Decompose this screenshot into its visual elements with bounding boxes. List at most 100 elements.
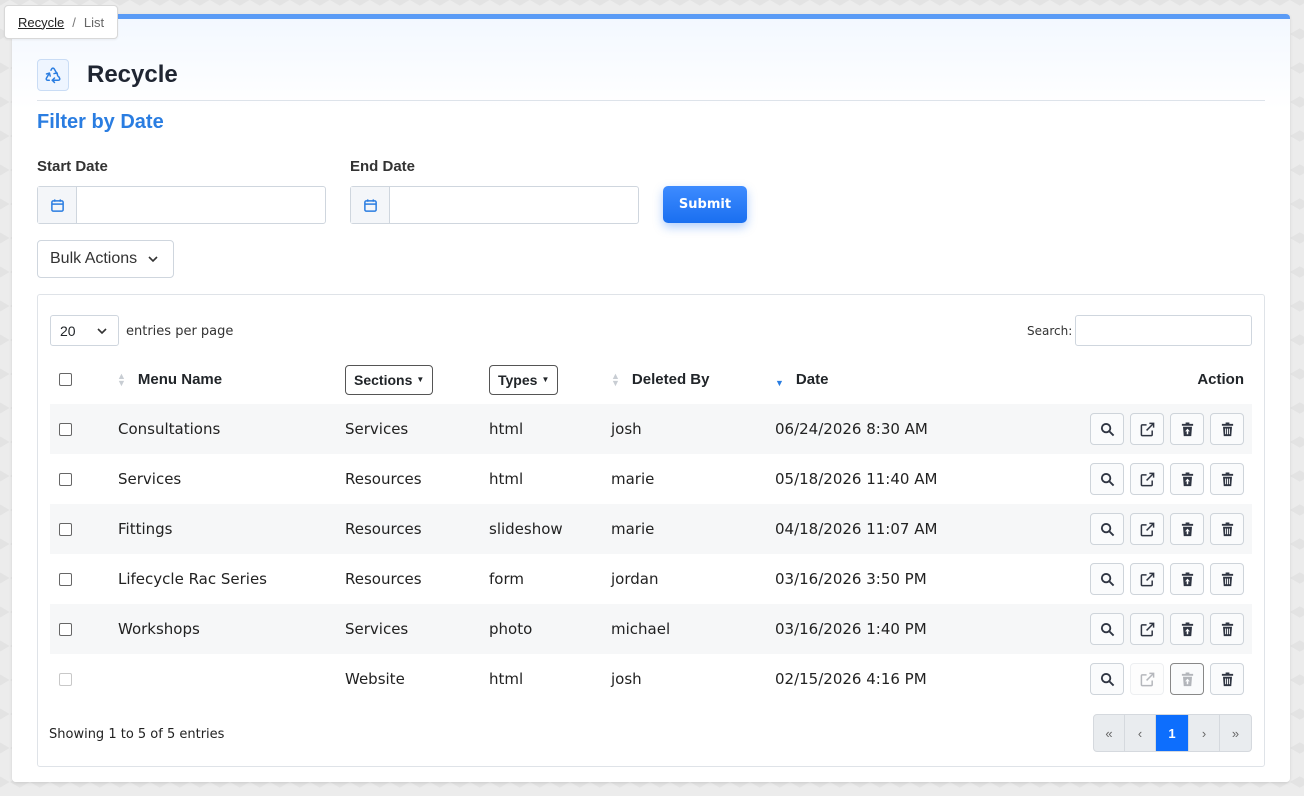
start-date-input[interactable] [77, 187, 325, 223]
menu-name-cell: Workshops [118, 620, 200, 638]
column-header-deleted-by[interactable]: ▲ ▼ Deleted By [611, 355, 709, 404]
trash-icon [1221, 471, 1233, 486]
view-button[interactable] [1090, 413, 1124, 445]
search-icon [1100, 672, 1114, 686]
open-external-button[interactable] [1130, 613, 1164, 645]
view-button[interactable] [1090, 663, 1124, 695]
column-label: Date [795, 371, 829, 388]
open-external-button[interactable] [1130, 563, 1164, 595]
restore-button[interactable] [1170, 613, 1204, 645]
delete-permanently-button[interactable] [1210, 613, 1244, 645]
date-cell: 03/16/2026 3:50 PM [775, 570, 927, 588]
caret-down-icon: ▼ [416, 375, 425, 384]
type-cell: html [489, 420, 524, 438]
row-checkbox[interactable] [59, 422, 72, 436]
view-button[interactable] [1090, 463, 1124, 495]
submit-button[interactable]: Submit [663, 186, 747, 223]
row-checkbox[interactable] [59, 522, 72, 536]
date-cell: 05/18/2026 11:40 AM [775, 470, 938, 488]
view-button[interactable] [1090, 513, 1124, 545]
type-cell: slideshow [489, 520, 563, 538]
next-page-button[interactable]: › [1189, 715, 1220, 751]
search-input[interactable] [1075, 315, 1252, 346]
restore-button[interactable] [1170, 463, 1204, 495]
row-actions [1090, 604, 1244, 654]
row-checkbox[interactable] [59, 672, 72, 686]
sort-descending-icon: ▲▼ [775, 377, 784, 388]
delete-permanently-button[interactable] [1210, 413, 1244, 445]
calendar-icon[interactable] [38, 187, 77, 223]
sections-filter-dropdown[interactable]: Sections ▼ [345, 364, 434, 395]
date-cell: 06/24/2026 8:30 AM [775, 420, 928, 438]
recycle-table: ▲ ▼ Menu Name Sections ▼ Types ▼ ▲ ▼ Del… [50, 355, 1252, 704]
row-checkbox[interactable] [59, 472, 72, 486]
end-date-input[interactable] [390, 187, 638, 223]
external-link-icon [1140, 422, 1154, 436]
restore-button[interactable] [1170, 513, 1204, 545]
table-row: Services Resources html marie 05/18/2026… [50, 454, 1252, 504]
type-cell: form [489, 570, 524, 588]
entries-per-page-select[interactable]: 20 [50, 315, 119, 346]
sort-icon: ▲ ▼ [611, 370, 620, 388]
menu-name-cell: Services [118, 470, 182, 488]
trash-icon [1221, 421, 1233, 436]
deleted-by-cell: josh [611, 420, 642, 438]
row-actions [1090, 404, 1244, 454]
deleted-by-cell: josh [611, 670, 642, 688]
trash-icon [1221, 521, 1233, 536]
menu-name-cell: Consultations [118, 420, 221, 438]
view-button[interactable] [1090, 563, 1124, 595]
breadcrumb-link-recycle[interactable]: Recycle [18, 15, 64, 30]
search-label: Search: [1027, 324, 1073, 338]
section-cell: Services [345, 420, 409, 438]
trash-icon [1221, 621, 1233, 636]
types-filter-dropdown[interactable]: Types ▼ [489, 364, 559, 395]
open-external-button[interactable] [1130, 463, 1164, 495]
trash-icon [1221, 671, 1233, 686]
delete-permanently-button[interactable] [1210, 513, 1244, 545]
date-cell: 03/16/2026 1:40 PM [775, 620, 927, 638]
section-cell: Resources [345, 520, 422, 538]
restore-button[interactable] [1170, 663, 1204, 695]
open-external-button[interactable] [1130, 663, 1164, 695]
section-cell: Resources [345, 470, 422, 488]
deleted-by-cell: marie [611, 520, 655, 538]
breadcrumb-current: List [83, 14, 105, 30]
row-checkbox[interactable] [59, 622, 72, 636]
select-all-checkbox[interactable] [59, 373, 72, 386]
column-header-date[interactable]: ▲▼ Date [775, 355, 828, 404]
column-header-menu-name[interactable]: ▲ ▼ Menu Name [117, 355, 222, 404]
page-title: Recycle [87, 61, 178, 88]
table-header: ▲ ▼ Menu Name Sections ▼ Types ▼ ▲ ▼ Del… [50, 355, 1252, 404]
delete-permanently-button[interactable] [1210, 563, 1244, 595]
trash-restore-icon [1181, 671, 1193, 686]
column-header-action: Action [1197, 371, 1244, 388]
delete-permanently-button[interactable] [1210, 463, 1244, 495]
view-button[interactable] [1090, 613, 1124, 645]
menu-name-cell: Fittings [118, 520, 173, 538]
page-1-button[interactable]: 1 [1156, 715, 1189, 751]
bulk-actions-dropdown[interactable]: Bulk Actions [37, 240, 174, 278]
trash-icon [1221, 571, 1233, 586]
restore-button[interactable] [1170, 563, 1204, 595]
calendar-icon[interactable] [351, 187, 390, 223]
menu-name-cell: Lifecycle Rac Series [118, 570, 267, 588]
last-page-button[interactable]: » [1220, 715, 1251, 751]
open-external-button[interactable] [1130, 513, 1164, 545]
table-row: Lifecycle Rac Series Resources form jord… [50, 554, 1252, 604]
open-external-button[interactable] [1130, 413, 1164, 445]
per-page-value: 20 [60, 322, 76, 339]
date-cell: 04/18/2026 11:07 AM [775, 520, 938, 538]
end-date-label: End Date [350, 158, 416, 175]
restore-button[interactable] [1170, 413, 1204, 445]
date-cell: 02/15/2026 4:16 PM [775, 670, 927, 688]
breadcrumb: Recycle / List [4, 5, 119, 39]
first-page-button[interactable]: « [1094, 715, 1125, 751]
row-actions [1090, 504, 1244, 554]
delete-permanently-button[interactable] [1210, 663, 1244, 695]
table-row: Website html josh 02/15/2026 4:16 PM [50, 654, 1252, 704]
previous-page-button[interactable]: ‹ [1125, 715, 1156, 751]
sort-icon: ▲ ▼ [117, 370, 126, 388]
row-checkbox[interactable] [59, 572, 72, 586]
external-link-icon [1140, 572, 1154, 586]
